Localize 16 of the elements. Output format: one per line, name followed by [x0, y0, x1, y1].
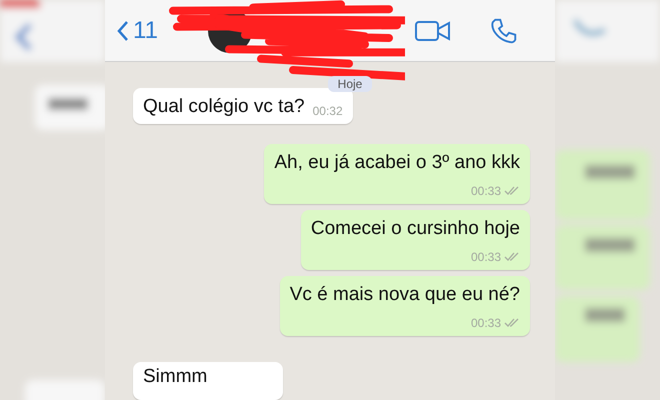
back-button[interactable]: 11: [117, 12, 158, 48]
video-call-button[interactable]: [415, 20, 451, 42]
message-time: 00:33: [470, 249, 501, 266]
message-text: Ah, eu já acabei o 3º ano kkk: [274, 151, 520, 175]
message-text: Vc é mais nova que eu né?: [290, 283, 520, 307]
double-check-icon: [504, 252, 520, 262]
message-time: 00:33: [470, 183, 501, 200]
date-chip: Hoje: [328, 76, 372, 92]
message-text: Simmm: [143, 365, 208, 389]
message-time: 00:32: [312, 103, 343, 120]
double-check-icon: [504, 318, 520, 328]
message-text: Comecei o cursinho hoje: [310, 217, 520, 241]
message-text: Qual colégio vc ta?: [143, 95, 305, 119]
double-check-icon: [504, 186, 520, 196]
back-chevron-icon: [117, 20, 129, 42]
message-time: 00:33: [470, 315, 501, 332]
